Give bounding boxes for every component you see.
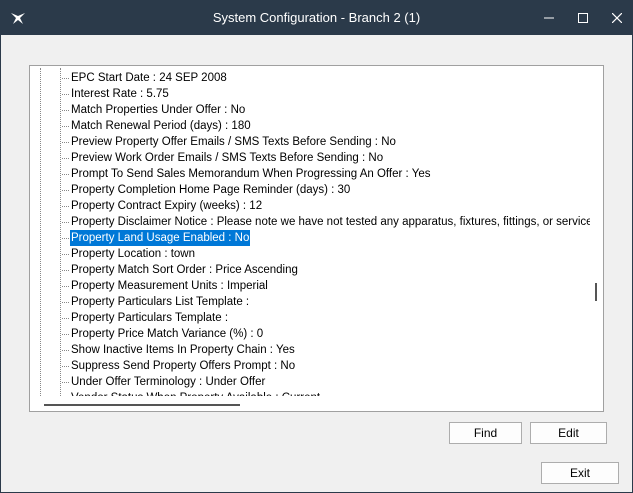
tree-connector [62, 318, 69, 319]
tree-connector [62, 126, 69, 127]
close-icon [612, 13, 622, 23]
tree-list: EPC Start Date : 24 SEP 2008 Interest Rat… [30, 68, 590, 396]
tree-item-label: EPC Start Date : 24 SEP 2008 [71, 72, 227, 84]
horizontal-scroll-thumb[interactable] [44, 404, 240, 406]
tree-item-label: Show Inactive Items In Property Chain : … [71, 344, 295, 356]
tree-item-label: Under Offer Terminology : Under Offer [71, 376, 266, 388]
tree-connector [62, 142, 69, 143]
tree-guide-line [60, 68, 61, 396]
tree-item[interactable]: Show Inactive Items In Property Chain : … [62, 342, 590, 358]
tree-item-label: Match Renewal Period (days) : 180 [71, 120, 251, 132]
tree-connector [62, 286, 69, 287]
tree-connector [62, 334, 69, 335]
tree-connector [62, 270, 69, 271]
find-button[interactable]: Find [449, 422, 522, 444]
tree-item[interactable]: Property Particulars Template : [62, 310, 590, 326]
tree-item[interactable]: Suppress Send Property Offers Prompt : N… [62, 358, 590, 374]
vertical-scroll-thumb[interactable] [595, 283, 597, 301]
tree-item-label: Suppress Send Property Offers Prompt : N… [71, 360, 296, 372]
tree-item-label: Property Land Usage Enabled : No [70, 230, 251, 246]
tree-item-label: Prompt To Send Sales Memorandum When Pro… [71, 168, 431, 180]
tree-item-label: Property Contract Expiry (weeks) : 12 [71, 200, 263, 212]
tree-connector [62, 158, 69, 159]
tree-connector [62, 302, 69, 303]
tree-connector [62, 222, 69, 223]
tree-connector [62, 190, 69, 191]
tree-connector [62, 78, 69, 79]
tree-item-label: Interest Rate : 5.75 [71, 88, 169, 100]
tree-item-label: Property Particulars Template : [71, 312, 229, 324]
tree-item-label: Preview Property Offer Emails / SMS Text… [71, 136, 396, 148]
tree-item[interactable]: Property Disclaimer Notice : Please note… [62, 214, 590, 230]
exit-button[interactable]: Exit [541, 462, 619, 484]
tree-item[interactable]: Property Particulars List Template : [62, 294, 590, 310]
tree-item-label: Preview Work Order Emails / SMS Texts Be… [71, 152, 384, 164]
minimize-icon [544, 17, 554, 19]
tree-item[interactable]: Prompt To Send Sales Memorandum When Pro… [62, 166, 590, 182]
tree-item[interactable]: Match Renewal Period (days) : 180 [62, 118, 590, 134]
close-button[interactable] [597, 1, 633, 35]
tree-connector [62, 350, 69, 351]
tree-connector [62, 238, 69, 239]
tree-guide-line [40, 68, 41, 396]
tree-item-label: Property Particulars List Template : [71, 296, 250, 308]
tree-item[interactable]: Property Contract Expiry (weeks) : 12 [62, 198, 590, 214]
tree-item-label: Property Location : town [71, 248, 196, 260]
tree-item-label: Property Measurement Units : Imperial [71, 280, 268, 292]
tree-item-label: Property Completion Home Page Reminder (… [71, 184, 351, 196]
tree-connector [62, 366, 69, 367]
maximize-icon [578, 13, 588, 23]
tree-item[interactable]: Preview Property Offer Emails / SMS Text… [62, 134, 590, 150]
horizontal-scrollbar[interactable] [30, 396, 603, 411]
tree-item[interactable]: Preview Work Order Emails / SMS Texts Be… [62, 150, 590, 166]
tree-item[interactable]: Under Offer Terminology : Under Offer [62, 374, 590, 390]
tree-connector [62, 110, 69, 111]
tree-item[interactable]: Property Land Usage Enabled : No [62, 230, 590, 246]
tree-item[interactable]: Property Price Match Variance (%) : 0 [62, 326, 590, 342]
tree-item-label: Property Match Sort Order : Price Ascend… [71, 264, 298, 276]
tree-connector [62, 382, 69, 383]
tree-item-label: Property Disclaimer Notice : Please note… [71, 216, 590, 228]
tree-item[interactable]: Property Match Sort Order : Price Ascend… [62, 262, 590, 278]
tree-item-label: Match Properties Under Offer : No [71, 104, 246, 116]
tree-connector [62, 254, 69, 255]
title-bar[interactable]: System Configuration - Branch 2 (1) [1, 1, 632, 35]
tree-item[interactable]: Property Location : town [62, 246, 590, 262]
tree-connector [62, 206, 69, 207]
tree-item[interactable]: Property Completion Home Page Reminder (… [62, 182, 590, 198]
tree-connector [62, 94, 69, 95]
tree-item[interactable]: Match Properties Under Offer : No [62, 102, 590, 118]
tree-item[interactable]: Property Measurement Units : Imperial [62, 278, 590, 294]
edit-button[interactable]: Edit [530, 422, 607, 444]
vertical-scrollbar[interactable] [590, 66, 603, 396]
configuration-tree[interactable]: EPC Start Date : 24 SEP 2008 Interest Rat… [29, 65, 604, 412]
tree-item[interactable]: EPC Start Date : 24 SEP 2008 [62, 70, 590, 86]
tree-connector [62, 174, 69, 175]
system-configuration-window: System Configuration - Branch 2 (1) EPC … [0, 0, 633, 493]
tree-item-label: Property Price Match Variance (%) : 0 [71, 328, 264, 340]
tree-item[interactable]: Interest Rate : 5.75 [62, 86, 590, 102]
